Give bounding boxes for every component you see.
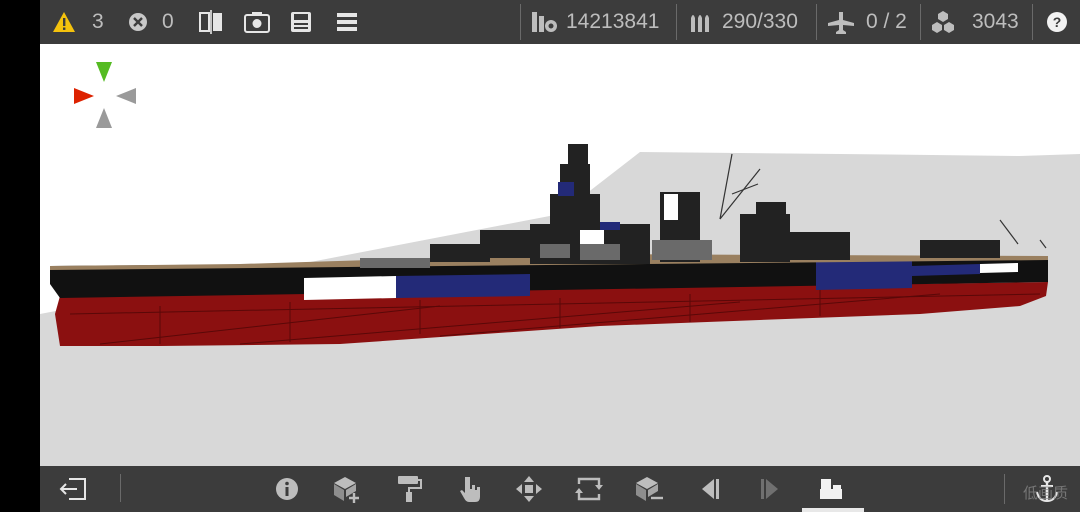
mirror-button[interactable] — [198, 0, 224, 44]
active-tab-indicator — [802, 508, 864, 512]
info-button[interactable] — [272, 474, 302, 504]
divider — [120, 474, 121, 502]
help-icon: ? — [1047, 12, 1067, 32]
divider — [1004, 474, 1005, 504]
ship-model-canvas — [40, 44, 1080, 346]
error-count: 0 — [162, 10, 174, 33]
paint-roller-icon — [398, 476, 422, 502]
add-part-button[interactable] — [332, 474, 362, 504]
top-toolbar: 3 0 14213841 290/330 0 / 2 3043 ? — [40, 0, 1080, 44]
screenshot-button[interactable] — [244, 0, 270, 44]
move-button[interactable] — [514, 474, 544, 504]
ammo-value: 290/330 — [722, 10, 798, 33]
menu-button[interactable] — [336, 0, 358, 44]
step-back-icon — [702, 479, 719, 499]
camera-mode-button[interactable] — [816, 474, 846, 504]
airplane-icon — [828, 12, 854, 34]
coins-icon — [532, 12, 557, 32]
rotate-icon — [575, 477, 603, 501]
parts-readout: 3043 — [930, 0, 1019, 44]
divider — [520, 4, 521, 40]
bottom-toolbar: 低画质 — [40, 466, 1080, 512]
step-forward-icon — [761, 479, 778, 499]
hand-pointer-icon — [460, 477, 480, 502]
warning-count: 3 — [92, 10, 104, 33]
divider — [1032, 4, 1033, 40]
divider — [816, 4, 817, 40]
help-button[interactable]: ? — [1046, 0, 1068, 44]
view-mode-icon — [820, 479, 842, 499]
cube-remove-icon — [636, 477, 663, 501]
divider — [676, 4, 677, 40]
next-button[interactable] — [754, 474, 784, 504]
save-icon — [291, 12, 311, 32]
warning-indicator[interactable]: 3 — [52, 0, 104, 44]
svg-text:?: ? — [1053, 14, 1062, 30]
previous-button[interactable] — [696, 474, 726, 504]
quality-label: 低画质 — [1022, 485, 1068, 502]
cost-readout: 14213841 — [530, 0, 659, 44]
aircraft-readout: 0 / 2 — [826, 0, 907, 44]
parts-value: 3043 — [972, 10, 1019, 33]
exit-icon — [59, 478, 86, 500]
error-icon — [129, 13, 147, 31]
remove-part-button[interactable] — [634, 474, 664, 504]
paint-button[interactable] — [394, 474, 424, 504]
camera-icon — [244, 12, 270, 33]
mirror-icon — [199, 10, 222, 34]
error-indicator[interactable]: 0 — [128, 0, 174, 44]
parts-icon — [932, 11, 954, 33]
select-touch-button[interactable] — [456, 474, 486, 504]
menu-icon — [337, 13, 357, 31]
warning-icon — [53, 12, 75, 32]
move-arrows-icon — [516, 476, 542, 502]
save-button[interactable] — [290, 0, 312, 44]
cube-add-icon — [334, 477, 359, 503]
info-icon — [276, 478, 298, 500]
3d-viewport[interactable] — [40, 44, 1080, 466]
aircraft-value: 0 / 2 — [866, 10, 907, 33]
divider — [920, 4, 921, 40]
ammo-readout: 290/330 — [688, 0, 798, 44]
exit-button[interactable] — [58, 474, 88, 504]
ammo-icon — [691, 15, 709, 32]
rotate-button[interactable] — [574, 474, 604, 504]
cost-value: 14213841 — [566, 10, 660, 33]
